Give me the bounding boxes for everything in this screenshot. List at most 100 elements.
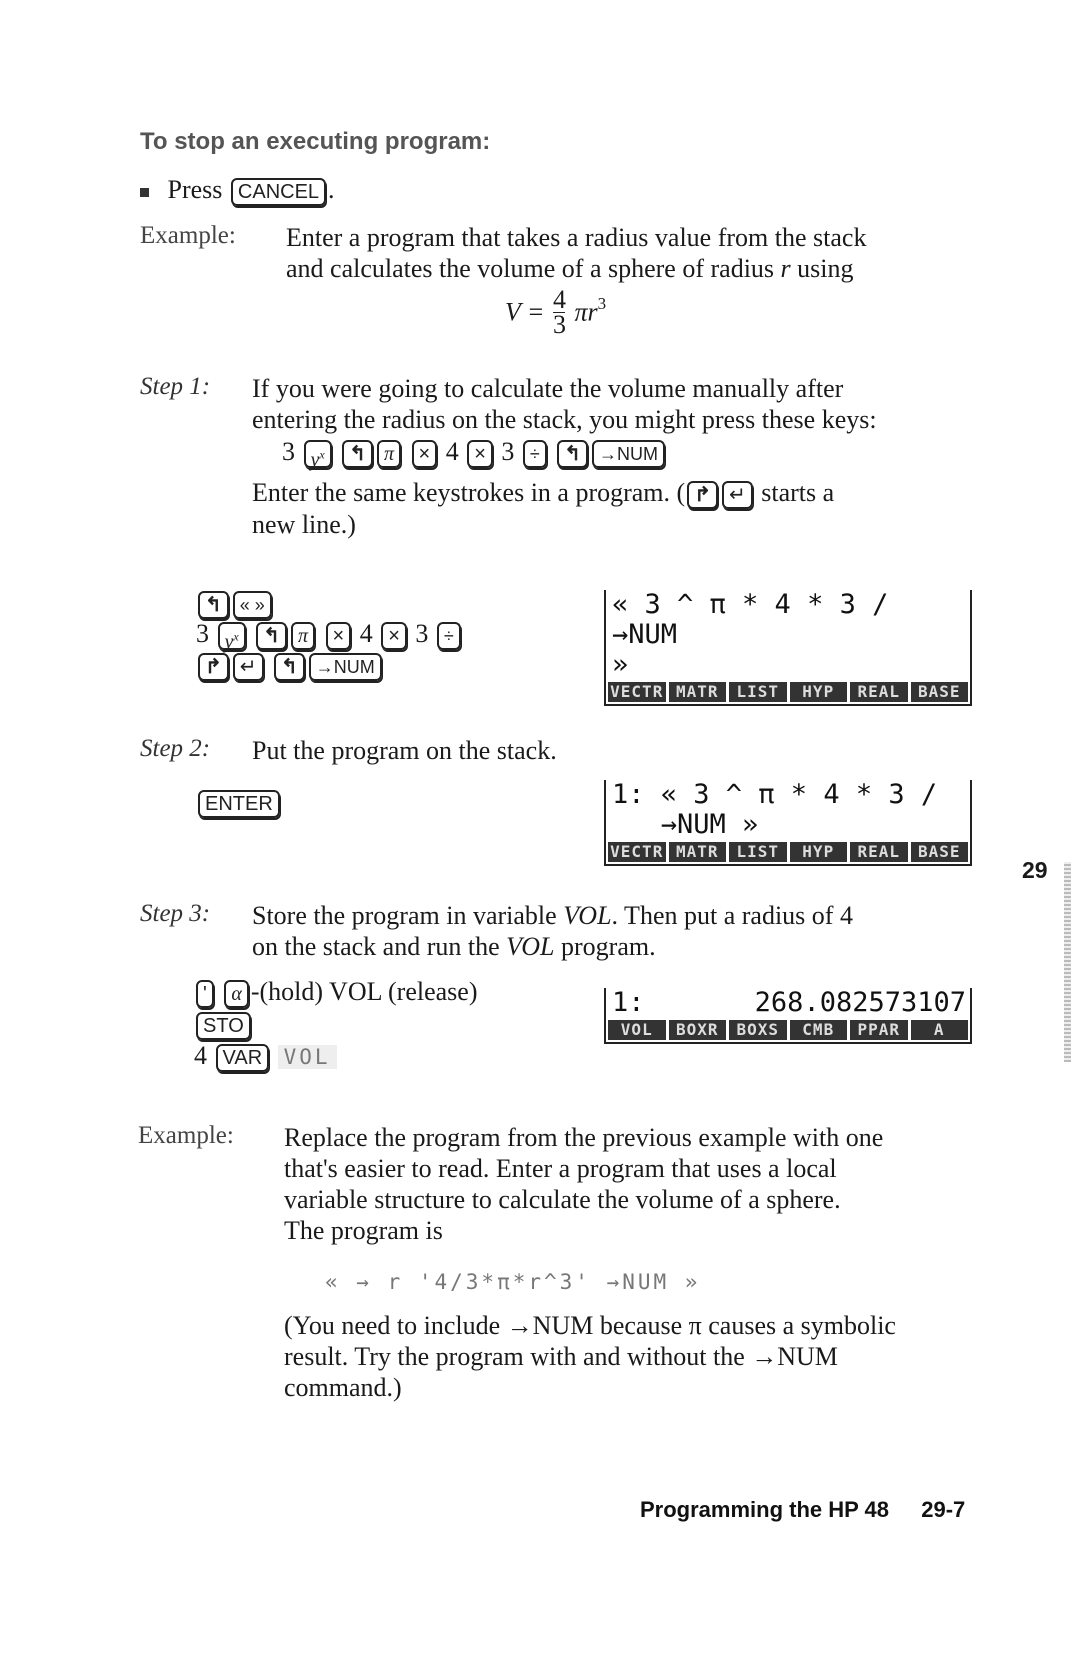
multiply-key: × <box>325 622 352 651</box>
calculator-display: « 3 ^ π * 4 * 3 / →NUM » VECTR MATR LIST… <box>604 590 972 706</box>
chapter-thumb-tab <box>1064 862 1071 1062</box>
stack-value: 268.082573107 <box>754 987 966 1018</box>
softkey-label: BASE <box>910 842 968 862</box>
bullet-item: Press CANCEL. <box>140 174 335 207</box>
step3-label: Step 3: <box>140 900 211 927</box>
enter-key: ENTER <box>198 790 280 819</box>
softkey-label: VOL <box>608 1020 666 1040</box>
softkey-menu: VOL BOXR BOXS CMB PPAR A <box>606 1018 970 1042</box>
formula-fraction: 4 3 <box>552 285 566 339</box>
note-line: command.) <box>284 1373 402 1402</box>
example-note: (You need to include →NUM because π caus… <box>284 1310 896 1403</box>
keystroke-row: ↰ « » <box>196 588 463 620</box>
softkey-label: REAL <box>850 682 908 702</box>
left-shift-key: ↰ <box>198 591 229 620</box>
display-line: 1: 268.082573107 <box>606 988 970 1018</box>
softkey-label: CMB <box>789 1020 847 1040</box>
program-listing: « → r '4/3*π*r^3' →NUM » <box>325 1270 701 1294</box>
program-delimiters-key: « » <box>232 591 272 620</box>
multiply-key: × <box>381 622 407 651</box>
divide-key: ÷ <box>522 440 547 469</box>
step1-line: entering the radius on the stack, you mi… <box>252 405 877 434</box>
softkey-label: HYP <box>789 682 847 702</box>
formula-lhs: V = <box>505 297 545 327</box>
section-heading: To stop an executing program: <box>140 128 491 155</box>
step2-label: Step 2: <box>140 735 211 762</box>
page-footer: Programming the HP 48 29-7 <box>640 1497 965 1523</box>
softkey-label: LIST <box>729 842 787 862</box>
display-line: » <box>612 649 629 680</box>
chapter-number: 29 <box>1022 857 1048 883</box>
display-line: « 3 ^ π * 4 * 3 / <box>612 589 889 620</box>
keystroke-row: STO <box>194 1008 478 1041</box>
multiply-key: × <box>411 440 438 469</box>
divide-key: ÷ <box>436 622 461 651</box>
step1-line: If you were going to calculate the volum… <box>252 374 844 403</box>
step1-label: Step 1: <box>140 373 211 400</box>
step3-text: Store the program in variable VOL. Then … <box>252 901 853 961</box>
alpha-key: α <box>224 980 249 1009</box>
left-shift-key: ↰ <box>557 440 589 469</box>
note-line: (You need to include →NUM because π caus… <box>284 1311 896 1340</box>
softkey-label: PPAR <box>850 1020 908 1040</box>
y-power-x-key: yx <box>303 440 332 471</box>
step3-keystrokes: ' α -(hold) VOL (release) STO 4 VAR VOL <box>194 976 478 1073</box>
y-power-x-key: yx <box>217 622 246 653</box>
cancel-key: CANCEL <box>230 178 327 207</box>
display-line: 1: « 3 ^ π * 4 * 3 / <box>612 779 938 810</box>
enter-keystroke: ENTER <box>196 786 282 819</box>
keystroke-row: ' α -(hold) VOL (release) <box>194 976 478 1009</box>
vol-softkey: VOL <box>277 1045 337 1070</box>
quote-key: ' <box>196 980 214 1009</box>
program-keystrokes: ↰ « » 3 yx ↰ π × 4 × 3 ÷ ↱ ↵ ↰ →NUM <box>196 588 463 682</box>
stack-level-label: 1: <box>612 987 645 1018</box>
bullet-text: Press <box>167 175 223 204</box>
left-shift-key: ↰ <box>256 622 287 651</box>
softkey-label: LIST <box>729 682 787 702</box>
left-shift-key: ↰ <box>342 440 373 469</box>
footer-title: Programming the HP 48 <box>640 1497 889 1522</box>
keystroke-row: 4 VAR VOL <box>194 1040 478 1073</box>
example-text-line: The program is <box>284 1216 443 1245</box>
softkey-menu: VECTR MATR LIST HYP REAL BASE <box>606 680 970 704</box>
right-shift-key: ↱ <box>687 481 718 510</box>
to-num-key: →NUM <box>592 440 666 469</box>
softkey-label: HYP <box>789 842 847 862</box>
calculator-display: 1: « 3 ^ π * 4 * 3 / →NUM » VECTR MATR L… <box>604 780 972 866</box>
softkey-label: VECTR <box>608 842 666 862</box>
left-shift-key: ↰ <box>274 653 305 682</box>
var-key: VAR <box>215 1044 270 1073</box>
softkey-menu: VECTR MATR LIST HYP REAL BASE <box>606 840 970 864</box>
pi-key: π <box>376 440 402 469</box>
display-line: →NUM » <box>612 809 759 840</box>
sto-key: STO <box>196 1012 251 1041</box>
step2-text: Put the program on the stack. <box>252 736 557 765</box>
keystroke-row: 3 yx ↰ π × 4 × 3 ÷ <box>196 619 463 653</box>
volume-formula: V = 4 3 πr3 <box>505 285 607 339</box>
pi-key: π <box>290 622 316 651</box>
multiply-key: × <box>467 440 493 469</box>
bullet-suffix: . <box>328 175 335 204</box>
softkey-label: A <box>910 1020 968 1040</box>
page-number: 29-7 <box>921 1497 966 1522</box>
formula-exponent: 3 <box>597 293 607 313</box>
example-text-line: that's easier to read. Enter a program t… <box>284 1154 837 1183</box>
example-text: Replace the program from the previous ex… <box>284 1122 883 1246</box>
example-text-line: variable structure to calculate the volu… <box>284 1185 841 1214</box>
softkey-label: BASE <box>910 682 968 702</box>
example-text-line: and calculates the volume of a sphere of… <box>286 254 854 283</box>
example-text-line: Replace the program from the previous ex… <box>284 1123 884 1152</box>
bullet-icon <box>140 187 149 197</box>
softkey-label: VECTR <box>608 682 666 702</box>
to-num-key: →NUM <box>308 653 382 682</box>
newline-key: ↵ <box>232 653 264 682</box>
keystroke-row: ↱ ↵ ↰ →NUM <box>196 650 463 682</box>
example-label: Example: <box>140 222 236 249</box>
softkey-label: BOXS <box>729 1020 787 1040</box>
example-text: Enter a program that takes a radius valu… <box>286 222 866 284</box>
manual-keys-row: 3 yx ↰ π × 4 × 3 ÷ ↰ →NUM <box>282 436 667 471</box>
display-line: →NUM <box>612 619 678 650</box>
newline-key: ↵ <box>721 481 753 510</box>
softkey-label: REAL <box>850 842 908 862</box>
softkey-label: BOXR <box>668 1020 726 1040</box>
